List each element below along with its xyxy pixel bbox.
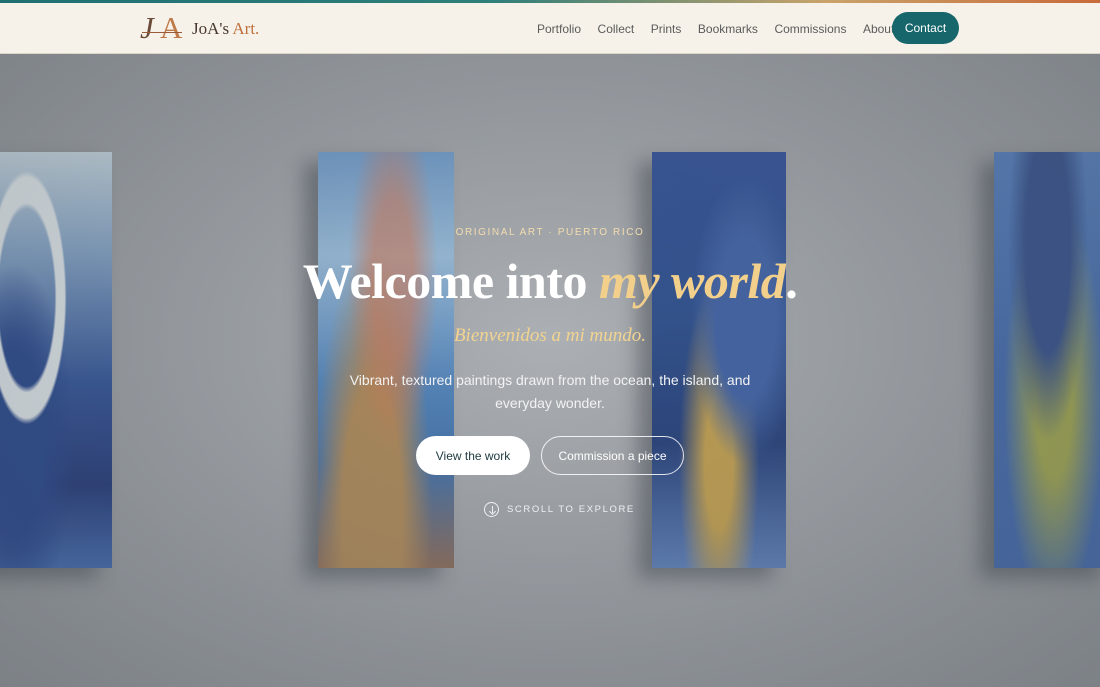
scroll-label: SCROLL TO EXPLORE <box>507 503 635 515</box>
brand-logo[interactable]: JA JoA's Art. <box>140 10 259 47</box>
site-header: JA JoA's Art. Portfolio Collect Prints B… <box>0 3 1100 54</box>
hero-subtitle-spanish: Bienvenidos a mi mundo. <box>453 325 647 346</box>
headline-emphasis: my world <box>598 253 786 309</box>
main-nav: Portfolio Collect Prints Bookmarks Commi… <box>537 3 911 54</box>
hero-description: Vibrant, textured paintings drawn from t… <box>349 372 751 411</box>
top-accent-stripe <box>0 0 1100 3</box>
arrow-down-circle-icon <box>484 501 499 517</box>
brand-name-prefix: JoA's <box>192 19 230 38</box>
nav-bookmarks[interactable]: Bookmarks <box>698 22 758 36</box>
hero-section: ORIGINAL ART · PUERTO RICO Welcome into … <box>0 54 1100 687</box>
brand-name: JoA's Art. <box>192 19 259 39</box>
logo-mark: JA <box>140 10 186 47</box>
nav-portfolio[interactable]: Portfolio <box>537 22 581 36</box>
commission-button[interactable]: Commission a piece <box>541 436 684 475</box>
scroll-to-explore[interactable]: SCROLL TO EXPLORE <box>484 500 635 518</box>
nav-prints[interactable]: Prints <box>651 22 682 36</box>
contact-button[interactable]: Contact <box>892 12 959 44</box>
brand-name-suffix: Art. <box>232 19 260 38</box>
nav-commissions[interactable]: Commissions <box>774 22 846 36</box>
hero-content: ORIGINAL ART · PUERTO RICO Welcome into … <box>0 54 1100 687</box>
headline-plain: Welcome into <box>302 253 599 309</box>
hero-eyebrow: ORIGINAL ART · PUERTO RICO <box>455 227 645 238</box>
view-work-button[interactable]: View the work <box>416 436 530 475</box>
hero-headline: Welcome into my world. <box>0 252 1100 310</box>
headline-end: . <box>785 253 798 309</box>
nav-about[interactable]: About <box>863 22 894 36</box>
nav-collect[interactable]: Collect <box>598 22 635 36</box>
